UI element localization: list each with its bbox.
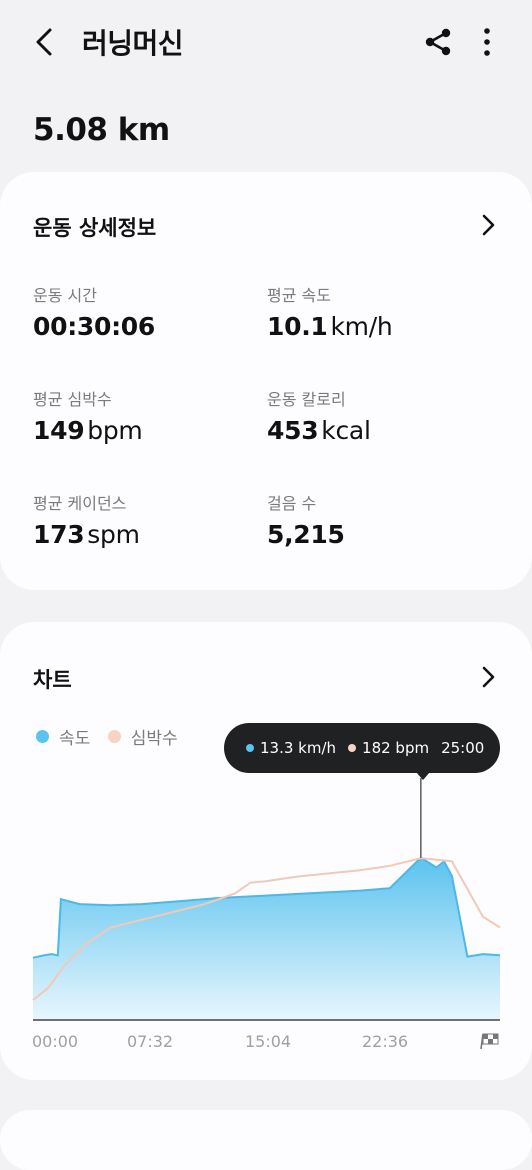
legend-item-heart-rate[interactable]: 심박수 (107, 724, 178, 749)
stat-label: 평균 케이던스 (33, 494, 127, 513)
stat-value: 5,215 (267, 520, 345, 549)
stat-unit: km/h (330, 312, 393, 341)
stat-unit: spm (87, 520, 140, 549)
stat-label: 평균 심박수 (33, 390, 112, 409)
stat-avg-heart-rate: 평균 심박수 149 bpm (33, 386, 253, 445)
distance-value: 5.08 km (33, 112, 170, 148)
checkered-flag-icon (480, 1033, 499, 1050)
x-tick-label: 07:32 (127, 1032, 174, 1051)
legend-label: 속도 (59, 729, 91, 749)
stat-steps: 걸음 수 5,215 (267, 490, 487, 549)
share-icon[interactable] (422, 26, 454, 58)
x-tick-label: 15:04 (245, 1032, 292, 1051)
stat-label: 운동 칼로리 (267, 390, 346, 409)
stat-value: 00:30:06 (33, 312, 155, 341)
next-card (0, 1110, 532, 1170)
chart-title: 차트 (33, 668, 72, 692)
tooltip-heart-rate: 182 bpm (362, 739, 430, 757)
stat-label: 운동 시간 (33, 286, 97, 305)
stat-unit: bpm (87, 416, 143, 445)
chart-legend: 속도 심박수 (36, 724, 190, 749)
x-tick-label: 22:36 (362, 1032, 409, 1051)
speed-heart-rate-chart[interactable] (0, 770, 532, 1070)
tooltip-time: 25:00 (441, 739, 485, 757)
stat-value: 453 (267, 416, 319, 445)
stat-avg-speed: 평균 속도 10.1 km/h (267, 282, 487, 341)
tooltip-heart-dot (348, 744, 357, 752)
stat-label: 평균 속도 (267, 286, 331, 305)
stat-avg-cadence: 평균 케이던스 173 spm (33, 490, 253, 549)
legend-label: 심박수 (130, 729, 178, 749)
tooltip-speed: 13.3 km/h (260, 739, 337, 757)
stat-label: 걸음 수 (267, 494, 317, 513)
chevron-right-icon[interactable] (478, 212, 498, 238)
stat-calories: 운동 칼로리 453 kcal (267, 386, 487, 445)
workout-details-card[interactable]: 운동 상세정보 운동 시간 00:30:06 평균 속도 10.1 km/h 평균… (0, 172, 532, 590)
legend-item-speed[interactable]: 속도 (36, 724, 90, 749)
top-app-bar: 러닝머신 (0, 0, 532, 84)
stat-value: 10.1 (267, 312, 328, 341)
stat-value: 173 (33, 520, 85, 549)
stat-duration: 운동 시간 00:30:06 (33, 282, 253, 341)
back-arrow-icon[interactable] (28, 22, 60, 62)
stat-unit: kcal (321, 416, 371, 445)
legend-dot (36, 730, 49, 743)
x-tick-label: 00:00 (32, 1032, 79, 1051)
tooltip-speed-dot (246, 744, 254, 752)
chart-tooltip: 13.3 km/h 182 bpm 25:00 (224, 723, 500, 773)
more-vertical-icon[interactable] (474, 26, 500, 58)
page-title: 러닝머신 (82, 27, 184, 60)
details-title: 운동 상세정보 (33, 216, 157, 240)
stat-value: 149 (33, 416, 85, 445)
chevron-right-icon[interactable] (478, 664, 498, 690)
legend-dot (107, 730, 121, 743)
